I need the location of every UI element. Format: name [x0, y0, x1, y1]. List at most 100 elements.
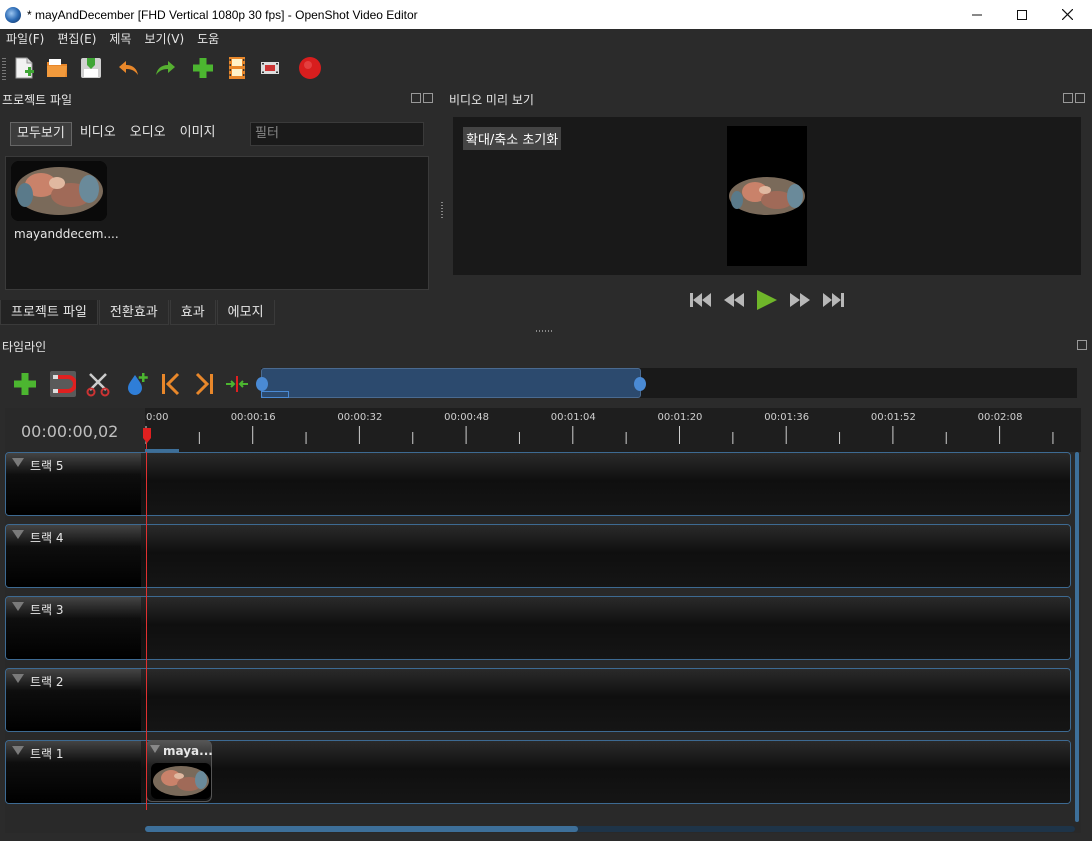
menu-view[interactable]: 보기(V)	[138, 30, 191, 47]
track-body[interactable]	[141, 525, 1070, 587]
track-collapse-icon[interactable]	[12, 674, 24, 683]
previous-marker-icon[interactable]	[158, 371, 184, 397]
filter-audio-button[interactable]: 오디오	[124, 122, 172, 146]
redo-icon[interactable]	[153, 56, 177, 80]
track-name: 트랙 2	[30, 675, 64, 689]
track-collapse-icon[interactable]	[12, 530, 24, 539]
track-header[interactable]: 트랙 1	[6, 741, 141, 803]
track-collapse-icon[interactable]	[12, 746, 24, 755]
track-header[interactable]: 트랙 3	[6, 597, 141, 659]
import-files-icon[interactable]	[191, 56, 215, 80]
close-icon	[1061, 9, 1073, 20]
tab-transitions[interactable]: 전환효과	[98, 300, 169, 325]
file-thumbnail[interactable]	[11, 161, 107, 221]
profile-icon[interactable]	[225, 56, 249, 80]
project-files-list[interactable]: mayanddecem....	[5, 156, 429, 290]
ruler-label: 00:01:52	[871, 412, 916, 423]
jump-end-icon[interactable]	[820, 288, 846, 312]
menu-help[interactable]: 도움	[191, 30, 226, 47]
toolbar-grip[interactable]	[2, 58, 6, 80]
menu-file[interactable]: 파일(F)	[0, 30, 51, 47]
track-header[interactable]: 트랙 5	[6, 453, 141, 515]
zoom-slider-right-handle[interactable]	[634, 377, 646, 391]
maximize-button[interactable]	[999, 0, 1045, 29]
ruler-label: 00:00:16	[231, 412, 276, 423]
float-dock-icon[interactable]	[411, 93, 421, 103]
record-icon[interactable]	[298, 56, 322, 80]
track-row[interactable]: 트랙 4	[5, 524, 1071, 588]
timeline-vertical-scrollbar[interactable]	[1075, 452, 1079, 822]
preview-image	[729, 177, 805, 215]
track-row[interactable]: 트랙 3	[5, 596, 1071, 660]
ruler-label: 0:00	[146, 412, 168, 423]
play-icon[interactable]	[754, 288, 780, 312]
bottom-tab-bar: 프로젝트 파일 전환효과 효과 에모지	[0, 300, 276, 325]
track-header[interactable]: 트랙 2	[6, 669, 141, 731]
track-collapse-icon[interactable]	[12, 458, 24, 467]
float-dock-icon[interactable]	[1077, 340, 1087, 350]
track-body[interactable]	[141, 597, 1070, 659]
clip-thumbnail	[151, 763, 211, 799]
filter-all-button[interactable]: 모두보기	[10, 122, 72, 146]
open-project-icon[interactable]	[45, 56, 69, 80]
window-title: * mayAndDecember [FHD Vertical 1080p 30 …	[27, 7, 418, 22]
track-collapse-icon[interactable]	[12, 602, 24, 611]
file-filter-row: 모두보기 비디오 오디오 이미지	[10, 122, 224, 146]
zoom-reset-button[interactable]: 확대/축소 초기화	[463, 127, 562, 150]
filter-image-button[interactable]: 이미지	[174, 122, 222, 146]
tab-project-files[interactable]: 프로젝트 파일	[0, 300, 98, 325]
center-playhead-icon[interactable]	[224, 371, 250, 397]
track-header[interactable]: 트랙 4	[6, 525, 141, 587]
timecode-display: 00:00:00,02	[21, 422, 119, 441]
add-track-icon[interactable]	[12, 371, 38, 397]
track-row[interactable]: 트랙 5	[5, 452, 1071, 516]
filter-video-button[interactable]: 비디오	[74, 122, 122, 146]
tab-effects[interactable]: 효과	[169, 300, 216, 325]
vertical-splitter[interactable]	[441, 202, 443, 220]
clip-menu-icon[interactable]	[150, 745, 160, 754]
playhead-handle[interactable]	[142, 428, 152, 444]
timeline-ruler[interactable]: 0:00 00:00:16 00:00:32 00:00:48 00:01:04 00:0…	[145, 408, 1081, 452]
title-bar: * mayAndDecember [FHD Vertical 1080p 30 …	[0, 0, 1092, 29]
zoom-slider-viewport	[261, 391, 289, 398]
timeline-horizontal-scrollbar[interactable]	[145, 826, 1075, 832]
menu-title[interactable]: 제목	[103, 30, 138, 47]
minimize-button[interactable]	[954, 0, 1000, 29]
snapping-icon[interactable]	[50, 371, 76, 397]
file-thumbnail-image	[11, 161, 107, 221]
close-dock-icon[interactable]	[423, 93, 433, 103]
track-body[interactable]	[141, 741, 1070, 803]
close-dock-icon[interactable]	[1075, 93, 1085, 103]
export-film-icon[interactable]	[258, 56, 282, 80]
filter-input[interactable]: 필터	[250, 122, 424, 146]
track-body[interactable]	[141, 669, 1070, 731]
track-body[interactable]	[141, 453, 1070, 515]
float-dock-icon[interactable]	[1063, 93, 1073, 103]
fast-forward-icon[interactable]	[787, 288, 813, 312]
main-toolbar	[0, 50, 1092, 86]
playhead-line	[146, 430, 147, 810]
track-row[interactable]: 트랙 2	[5, 668, 1071, 732]
horizontal-scroll-thumb[interactable]	[145, 826, 578, 832]
add-marker-icon[interactable]	[124, 371, 150, 397]
track-name: 트랙 1	[30, 747, 64, 761]
playhead-progress	[145, 449, 179, 452]
undo-icon[interactable]	[117, 56, 141, 80]
jump-start-icon[interactable]	[688, 288, 714, 312]
tab-emojis[interactable]: 에모지	[216, 300, 275, 325]
menu-edit[interactable]: 편집(E)	[51, 30, 103, 47]
zoom-slider-left-handle[interactable]	[256, 377, 268, 391]
horizontal-splitter[interactable]	[536, 330, 554, 332]
timeline-clip[interactable]: maya...	[146, 740, 213, 802]
save-project-icon[interactable]	[79, 56, 103, 80]
next-marker-icon[interactable]	[191, 371, 217, 397]
rewind-icon[interactable]	[721, 288, 747, 312]
timeline-zoom-slider[interactable]	[256, 368, 1077, 398]
openshot-app-icon	[5, 6, 21, 23]
razor-icon[interactable]	[85, 371, 111, 397]
video-preview[interactable]: 확대/축소 초기화	[453, 117, 1081, 275]
zoom-slider-range[interactable]	[261, 368, 641, 398]
new-project-icon[interactable]	[12, 56, 36, 80]
menu-bar: 파일(F) 편집(E) 제목 보기(V) 도움	[0, 29, 1092, 48]
close-button[interactable]	[1044, 0, 1090, 29]
